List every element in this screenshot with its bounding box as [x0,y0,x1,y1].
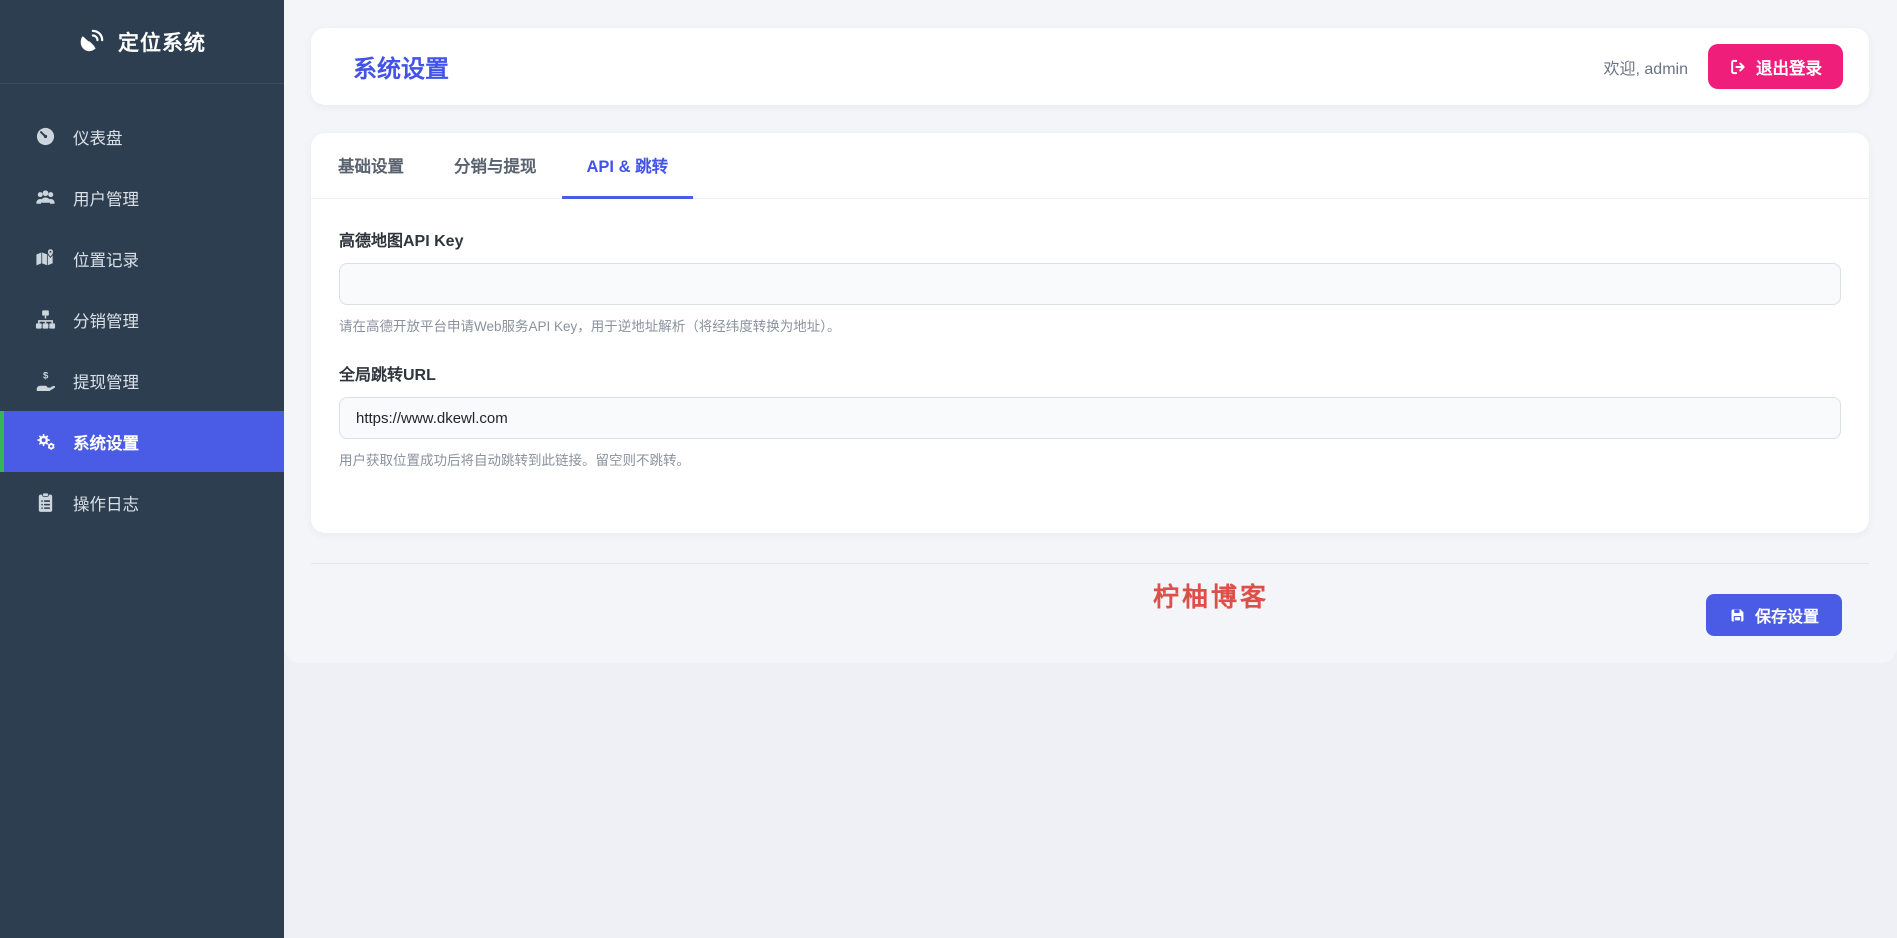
sidebar-item-settings[interactable]: 系统设置 [0,411,284,472]
amap-api-key-input[interactable] [339,263,1841,305]
footer-bar: 柠柚博客 保存设置 [311,563,1869,663]
tab-content: 高德地图API Key 请在高德开放平台申请Web服务API Key，用于逆地址… [311,199,1869,469]
save-button-label: 保存设置 [1754,609,1819,626]
sidebar-menu: 仪表盘 用户管理 位置记录 分销管理 $ 提现管理 系统设置 操作日志 [0,84,284,533]
sidebar-item-label: 分销管理 [73,312,139,331]
welcome-text: 欢迎, admin [1603,60,1688,78]
tab-api-redirect[interactable]: API & 跳转 [561,133,694,199]
save-icon [1729,607,1746,624]
page-header-card: 系统设置 欢迎, admin 退出登录 [311,28,1869,105]
header-right: 欢迎, admin 退出登录 [1604,44,1843,89]
sidebar-item-logs[interactable]: 操作日志 [0,472,284,533]
sidebar-item-label: 仪表盘 [73,129,123,148]
page-title: 系统设置 [353,56,449,83]
map-marked-icon [34,248,56,270]
clipboard-list-icon [34,492,56,514]
settings-card: 基础设置 分销与提现 API & 跳转 高德地图API Key 请在高德开放平台… [311,133,1869,533]
sidebar-item-label: 系统设置 [73,434,139,453]
field-global-redirect-url: 全局跳转URL 用户获取位置成功后将自动跳转到此链接。留空则不跳转。 [339,361,1841,469]
save-settings-button[interactable]: 保存设置 [1705,594,1842,636]
sidebar-item-withdrawals[interactable]: $ 提现管理 [0,350,284,411]
content-surface: 系统设置 欢迎, admin 退出登录 基础设置 分销与提现 API & 跳转 … [284,0,1897,663]
sidebar-item-distribution[interactable]: 分销管理 [0,289,284,350]
tab-bar: 基础设置 分销与提现 API & 跳转 [311,133,1869,199]
sidebar-item-users[interactable]: 用户管理 [0,167,284,228]
satellite-dish-icon [78,28,105,55]
sidebar-item-label: 用户管理 [73,190,139,209]
users-icon [34,187,56,209]
sidebar-item-label: 操作日志 [73,495,139,514]
hand-holding-dollar-icon: $ [34,370,56,392]
field-label: 全局跳转URL [339,367,436,384]
main-content: 系统设置 欢迎, admin 退出登录 基础设置 分销与提现 API & 跳转 … [284,0,1897,938]
sign-out-icon [1729,58,1747,76]
sidebar-item-label: 提现管理 [73,373,139,392]
app-root: 定位系统 仪表盘 用户管理 位置记录 分销管理 $ 提现管理 系统设置 操作日志… [0,0,1897,938]
sitemap-icon [34,309,56,331]
watermark-text: 柠柚博客 [1152,582,1270,612]
sidebar-item-locations[interactable]: 位置记录 [0,228,284,289]
gauge-icon [34,126,56,148]
field-help: 请在高德开放平台申请Web服务API Key，用于逆地址解析（将经纬度转换为地址… [339,319,841,334]
brand: 定位系统 [0,0,284,84]
global-redirect-url-input[interactable] [339,397,1841,439]
field-help: 用户获取位置成功后将自动跳转到此链接。留空则不跳转。 [339,453,690,468]
sidebar-item-dashboard[interactable]: 仪表盘 [0,106,284,167]
logout-button-label: 退出登录 [1756,59,1822,78]
app-title: 定位系统 [118,31,206,55]
field-amap-api-key: 高德地图API Key 请在高德开放平台申请Web服务API Key，用于逆地址… [339,227,1841,335]
sidebar: 定位系统 仪表盘 用户管理 位置记录 分销管理 $ 提现管理 系统设置 操作日志 [0,0,284,938]
tab-distribution-withdrawal[interactable]: 分销与提现 [429,133,562,199]
svg-text:$: $ [43,371,49,382]
field-label: 高德地图API Key [339,233,464,250]
tab-basic-settings[interactable]: 基础设置 [313,133,429,199]
logout-button[interactable]: 退出登录 [1708,44,1843,89]
sidebar-item-label: 位置记录 [73,251,139,270]
gears-icon [34,431,56,453]
